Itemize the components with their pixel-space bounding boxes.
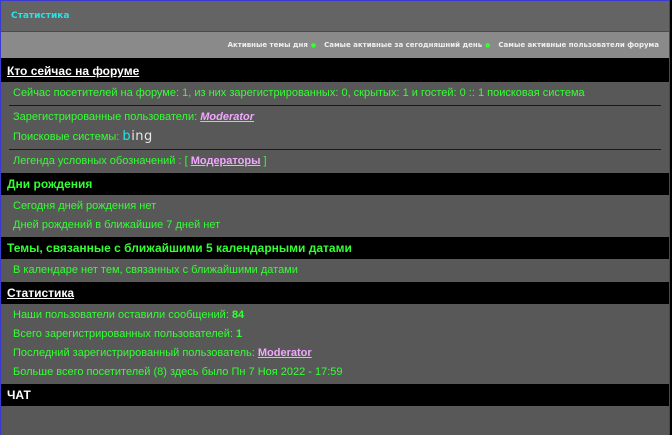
visitors-line: Сейчас посетителей на форуме: 1, из них …: [13, 87, 585, 99]
last-user-line: Последний зарегистрированный пользовател…: [13, 347, 312, 359]
divider: [9, 149, 661, 150]
posts-count: 84: [231, 309, 245, 321]
posts-count-line: Наши пользователи оставили сообщений: 84: [13, 309, 245, 321]
bing-logo: bing: [122, 129, 153, 144]
nav-active-topics-link[interactable]: Активные темы дня ●: [228, 41, 316, 49]
calendar-block: В календаре нет тем, связанных с ближайш…: [1, 259, 669, 282]
calendar-text: В календаре нет тем, связанных с ближайш…: [13, 264, 298, 276]
statistics-panel: Статистика Активные темы дня ● Самые акти…: [0, 0, 670, 435]
calendar-heading: Темы, связанные с ближайшими 5 календарн…: [1, 237, 669, 259]
registered-user-link[interactable]: Moderator: [200, 111, 254, 123]
bullet-icon: ●: [310, 42, 317, 49]
birthdays-heading: Дни рождения: [1, 173, 669, 195]
legend-line: Легенда условных обозначений : [ Модерат…: [13, 155, 267, 167]
last-user-link[interactable]: Moderator: [258, 347, 312, 359]
who-online-heading[interactable]: Кто сейчас на форуме: [1, 60, 669, 82]
search-engines-line: Поисковые системы: bing: [13, 129, 153, 144]
legend-moderators-link[interactable]: Модераторы: [191, 155, 261, 167]
users-count-line: Всего зарегистрированных пользователей: …: [13, 328, 243, 340]
panel-header: Статистика: [1, 1, 669, 32]
record-visitors-line: Больше всего посетителей (8) здесь было …: [13, 366, 343, 378]
stats-heading[interactable]: Статистика: [1, 282, 669, 304]
bullet-icon: ●: [485, 42, 491, 49]
stats-block: Наши пользователи оставили сообщений: 84…: [1, 304, 669, 384]
birthdays-block: Сегодня дней рождения нет Дней рождений …: [1, 195, 669, 237]
who-online-block: Сейчас посетителей на форуме: 1, из них …: [1, 82, 669, 173]
birthdays-week: Дней рождений в ближайшие 7 дней нет: [13, 219, 221, 231]
divider: [9, 105, 661, 106]
nav-most-active-today-link[interactable]: Самые активные за сегодняшний день ●: [324, 41, 490, 49]
registered-users-line: Зарегистрированные пользователи: Moderat…: [13, 111, 255, 123]
panel-title: Статистика: [11, 11, 70, 21]
chat-heading[interactable]: ЧАТ: [1, 384, 669, 406]
birthdays-today: Сегодня дней рождения нет: [13, 200, 157, 212]
nav-most-active-users-link[interactable]: Самые активные пользователи форума: [498, 41, 659, 49]
users-count: 1: [236, 328, 243, 340]
stats-nav: Активные темы дня ● Самые активные за сег…: [1, 32, 669, 60]
